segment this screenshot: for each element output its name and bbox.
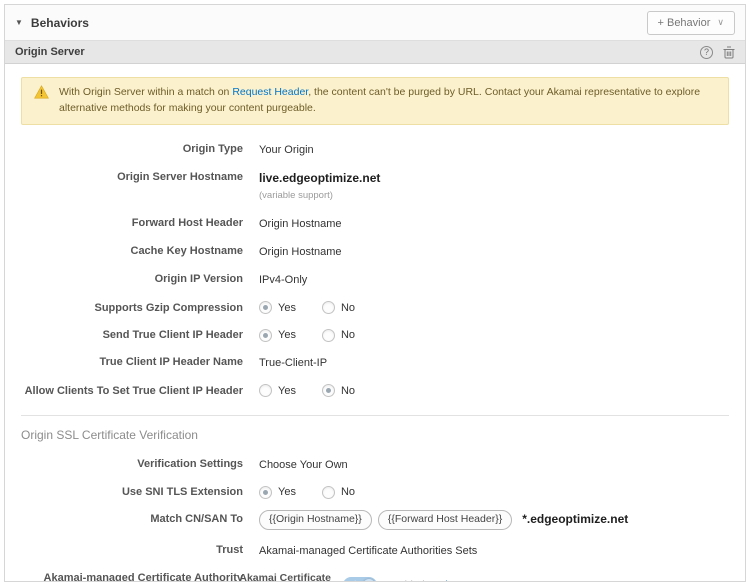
toggle-knob [363,579,375,582]
field-label: Origin Server Hostname [21,170,259,184]
field-ca-sets: Akamai-managed Certificate Authority Set… [21,571,729,582]
field-value: Origin Hostname [259,244,342,259]
field-label: Verification Settings [21,457,259,471]
delete-icon[interactable] [723,46,735,59]
field-value: IPv4-Only [259,272,307,287]
origin-server-section-header: Origin Server ? [5,41,745,64]
radio-no[interactable]: No [322,384,355,398]
radio-circle[interactable] [259,301,272,314]
field-label: Cache Key Hostname [21,244,259,258]
origin-server-title: Origin Server [15,46,85,58]
field-forward-host-header: Forward Host Header Origin Hostname [21,216,729,231]
radio-no[interactable]: No [322,328,355,342]
akamai-store-toggle[interactable] [343,577,377,582]
request-header-link[interactable]: Request Header [232,86,308,98]
field-label: Send True Client IP Header [21,328,259,342]
behaviors-header: ▼ Behaviors + Behavior ∨ [5,5,745,41]
field-label: Supports Gzip Compression [21,301,259,315]
radio-yes-label: Yes [278,485,296,499]
field-allow-clients-set-tcip: Allow Clients To Set True Client IP Head… [21,384,729,398]
toggle-state-label: Enabled [386,579,425,582]
field-trust: Trust Akamai-managed Certificate Authori… [21,543,729,558]
radio-yes-label: Yes [278,301,296,315]
add-behavior-label: + Behavior [658,17,711,29]
radio-no[interactable]: No [322,485,355,499]
warning-icon [34,85,49,104]
radio-circle[interactable] [322,301,335,314]
radio-no-label: No [341,328,355,342]
radio-no-label: No [341,384,355,398]
field-label: Origin IP Version [21,272,259,286]
origin-server-body: With Origin Server within a match on Req… [5,64,745,582]
radio-no-label: No [341,301,355,315]
field-origin-ip-version: Origin IP Version IPv4-Only [21,272,729,287]
help-icon[interactable]: ? [700,46,713,59]
warning-text: With Origin Server within a match on Req… [59,85,716,117]
radio-circle[interactable] [259,486,272,499]
field-value: Origin Hostname [259,216,342,231]
variable-support-note: (variable support) [259,190,380,202]
add-behavior-button[interactable]: + Behavior ∨ [647,11,736,35]
radio-yes-label: Yes [278,328,296,342]
purge-warning-banner: With Origin Server within a match on Req… [21,77,729,125]
radio-yes-label: Yes [278,384,296,398]
field-verification-settings: Verification Settings Choose Your Own [21,457,729,472]
field-value: Your Origin [259,142,314,157]
radio-yes[interactable]: Yes [259,384,296,398]
field-cache-key-hostname: Cache Key Hostname Origin Hostname [21,244,729,259]
ca-store-label: Akamai Certificate Store [219,572,331,582]
behaviors-title: Behaviors [31,16,89,30]
behaviors-panel: ▼ Behaviors + Behavior ∨ Origin Server ?… [4,4,746,582]
field-value: Choose Your Own [259,457,348,472]
field-supports-gzip: Supports Gzip Compression Yes No [21,301,729,315]
field-true-client-ip-header-name: True Client IP Header Name True-Client-I… [21,355,729,370]
field-origin-server-hostname: Origin Server Hostname live.edgeoptimize… [21,170,729,203]
radio-circle[interactable] [322,486,335,499]
radio-yes[interactable]: Yes [259,328,296,342]
origin-hostname-value: live.edgeoptimize.net [259,171,380,187]
radio-yes[interactable]: Yes [259,301,296,315]
ssl-verification-section-title: Origin SSL Certificate Verification [21,428,729,442]
field-send-true-client-ip: Send True Client IP Header Yes No [21,328,729,342]
origin-server-form: Origin Type Your Origin Origin Server Ho… [21,142,729,583]
field-label: True Client IP Header Name [21,355,259,369]
radio-yes[interactable]: Yes [259,485,296,499]
field-value: Akamai-managed Certificate Authorities S… [259,543,477,558]
view-ca-set-link[interactable]: View CA Set [439,579,497,582]
radio-circle[interactable] [322,329,335,342]
field-label: Allow Clients To Set True Client IP Head… [21,384,259,398]
field-use-sni: Use SNI TLS Extension Yes No [21,485,729,499]
ca-row-akamai-store: Akamai Certificate Store Enabled View CA… [219,572,497,582]
field-value: True-Client-IP [259,355,327,370]
field-label: Forward Host Header [21,216,259,230]
field-label: Origin Type [21,142,259,156]
radio-circle[interactable] [322,384,335,397]
field-match-cn-san: Match CN/SAN To {{Origin Hostname}} {{Fo… [21,512,729,530]
radio-no[interactable]: No [322,301,355,315]
match-extra-value: *.edgeoptimize.net [522,512,628,528]
divider [21,415,729,416]
radio-no-label: No [341,485,355,499]
radio-circle[interactable] [259,329,272,342]
chevron-down-icon: ∨ [717,17,724,28]
field-label: Use SNI TLS Extension [21,485,259,499]
forward-host-header-pill: {{Forward Host Header}} [378,510,512,530]
hostname-pill: {{Origin Hostname}} [259,510,372,530]
field-label: Trust [21,543,259,557]
collapse-caret-icon[interactable]: ▼ [15,18,23,27]
field-label: Match CN/SAN To [21,512,259,526]
radio-circle[interactable] [259,384,272,397]
field-origin-type: Origin Type Your Origin [21,142,729,157]
